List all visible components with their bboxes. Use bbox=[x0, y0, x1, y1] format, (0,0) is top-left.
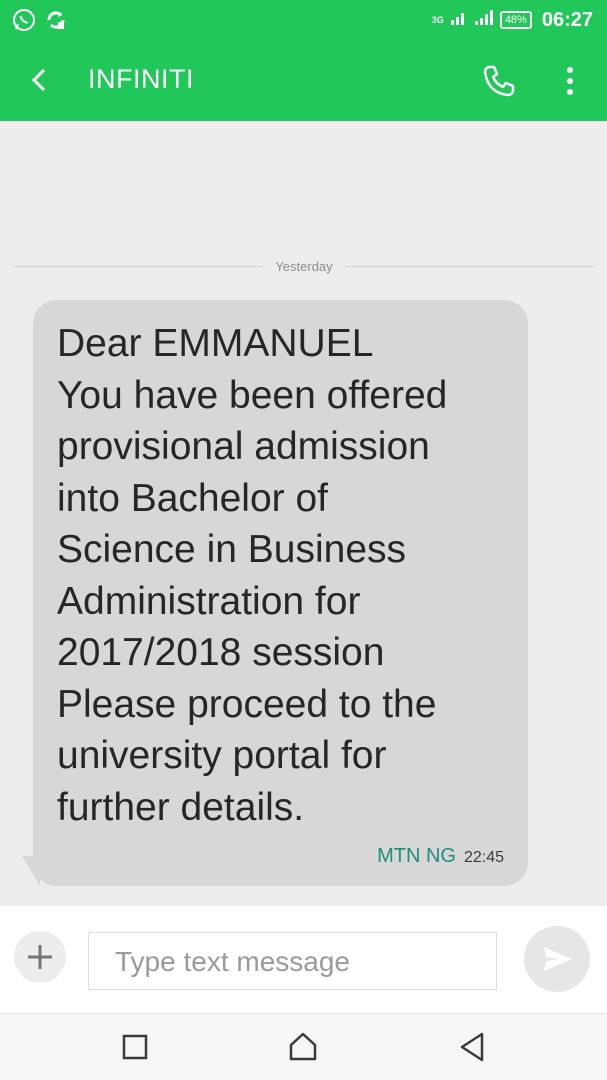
add-icon[interactable] bbox=[14, 931, 66, 983]
status-bar: 3G 48% 06:27 bbox=[0, 0, 607, 40]
back-icon[interactable] bbox=[456, 1030, 488, 1064]
whatsapp-icon bbox=[12, 8, 36, 37]
message-meta: MTN NG 22:45 bbox=[377, 845, 504, 868]
message-line: provisional admission bbox=[57, 425, 430, 468]
conversation-area[interactable]: Yesterday Dear EMMANUEL You have been of… bbox=[0, 121, 607, 906]
signal-icon-2 bbox=[474, 8, 494, 32]
message-text: Dear EMMANUEL You have been offered prov… bbox=[57, 318, 517, 833]
more-vert-icon[interactable] bbox=[556, 62, 584, 100]
signal-icon bbox=[450, 8, 468, 32]
date-label: Yesterday bbox=[275, 258, 333, 274]
message-line: further details. bbox=[57, 785, 305, 829]
navigation-bar bbox=[0, 1013, 607, 1080]
battery-icon: 48% bbox=[499, 11, 532, 29]
carrier-label: MTN NG bbox=[377, 845, 456, 867]
app-toolbar: INFINITI bbox=[0, 40, 607, 121]
phone-icon[interactable] bbox=[480, 62, 518, 100]
back-arrow-icon[interactable] bbox=[26, 62, 56, 98]
message-line: You have been offered bbox=[57, 373, 448, 417]
message-bubble[interactable]: Dear EMMANUEL You have been offered prov… bbox=[33, 300, 528, 886]
message-line: into Bachelor of bbox=[57, 476, 329, 520]
home-icon[interactable] bbox=[287, 1030, 319, 1064]
date-separator: Yesterday bbox=[14, 256, 594, 276]
message-line: Dear EMMANUEL bbox=[57, 322, 374, 365]
divider bbox=[344, 265, 594, 267]
compose-bar: Type text message bbox=[0, 906, 607, 1013]
message-line: Administration for bbox=[57, 579, 361, 623]
message-input[interactable]: Type text message bbox=[88, 932, 497, 990]
recent-apps-icon[interactable] bbox=[120, 1030, 152, 1064]
message-line: university portal for bbox=[57, 734, 387, 777]
message-line: Science in Business bbox=[57, 528, 407, 571]
conversation-title: INFINITI bbox=[88, 64, 194, 94]
message-line: 2017/2018 session bbox=[57, 631, 385, 674]
network-type: 3G bbox=[431, 15, 444, 25]
clock: 06:27 bbox=[541, 8, 593, 31]
message-line: Please proceed to the bbox=[57, 682, 437, 726]
message-time: 22:45 bbox=[463, 849, 504, 866]
sync-icon bbox=[44, 8, 68, 37]
divider bbox=[14, 265, 264, 267]
send-icon[interactable] bbox=[524, 926, 590, 992]
